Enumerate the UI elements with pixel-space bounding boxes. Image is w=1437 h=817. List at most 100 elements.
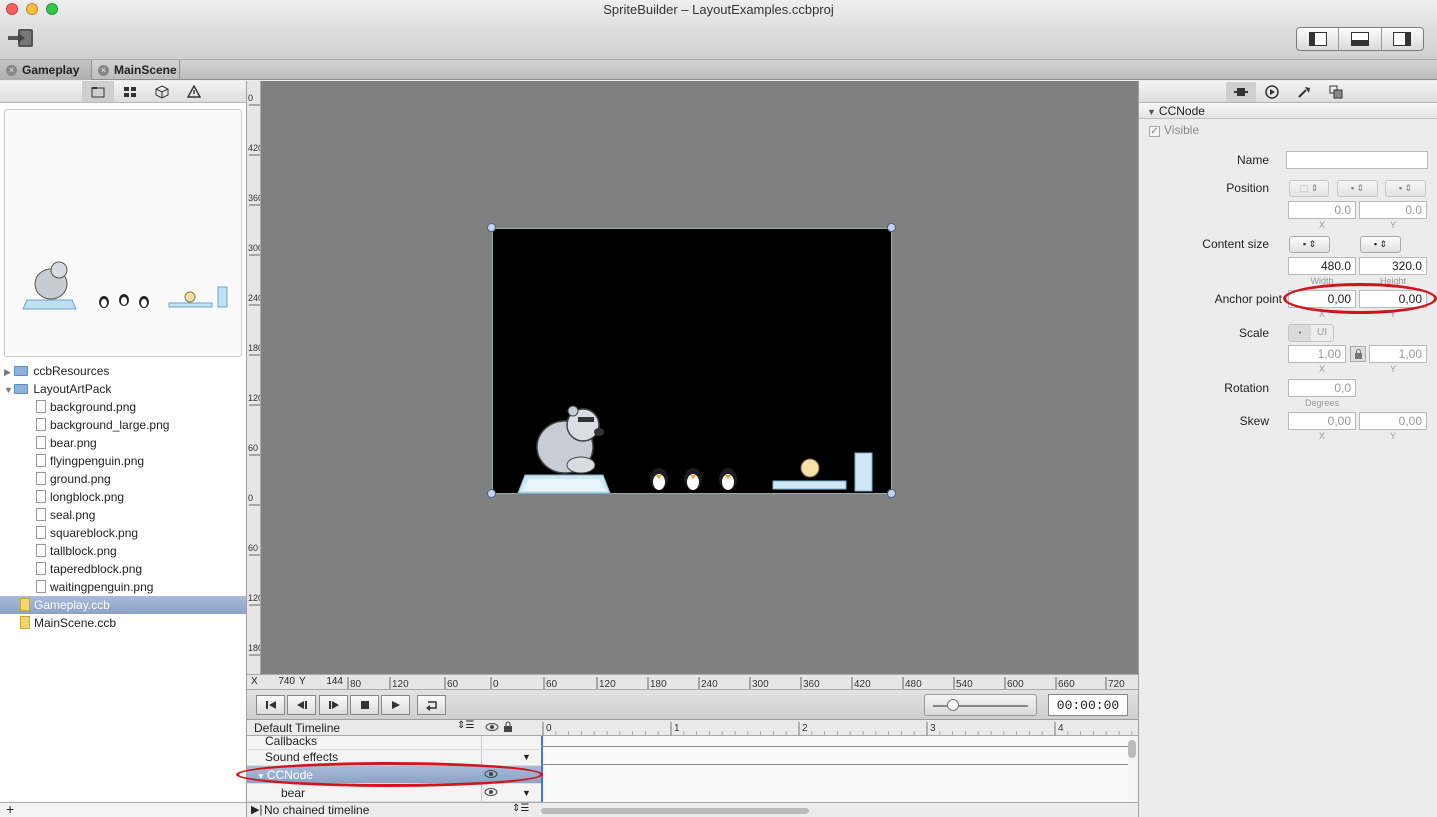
- resize-handle-bottom-right[interactable]: [887, 489, 896, 498]
- tree-item-mainscene-ccb[interactable]: MainScene.ccb: [0, 614, 246, 632]
- content-width-field[interactable]: 480.0: [1288, 257, 1356, 275]
- rewind-start-icon[interactable]: [256, 695, 285, 715]
- scale-y-field[interactable]: 1,00: [1369, 345, 1427, 363]
- ruler-tick-label: 120: [392, 679, 409, 690]
- timeline-menu-icon[interactable]: ⇕☰: [457, 720, 474, 731]
- tree-item-file[interactable]: longblock.png: [0, 488, 246, 506]
- disclosure-open-icon[interactable]: ▼: [1147, 107, 1156, 117]
- skew-x-field[interactable]: 0,00: [1288, 412, 1356, 430]
- name-label: Name: [1236, 153, 1269, 167]
- ruler-tick-label: 60: [447, 679, 459, 690]
- tree-item-gameplay-ccb[interactable]: Gameplay.ccb: [0, 596, 246, 614]
- tab-gameplay[interactable]: × Gameplay: [0, 60, 92, 80]
- timeline-row-label: Callbacks: [265, 734, 318, 748]
- tree-item-label: taperedblock.png: [50, 562, 143, 576]
- timeline-tick-label: 2: [802, 723, 808, 734]
- title-bar: SpriteBuilder – LayoutExamples.ccbproj: [0, 0, 1437, 60]
- step-back-icon[interactable]: [287, 695, 316, 715]
- tree-item-layoutartpack[interactable]: ▼ LayoutArtPack: [0, 380, 246, 398]
- close-tab-icon[interactable]: ×: [98, 64, 109, 76]
- tree-item-file[interactable]: ground.png: [0, 470, 246, 488]
- canvas-area[interactable]: 0 420 360 300 240 180 120 60 0 60 120 180: [247, 81, 1138, 674]
- right-panel-icon[interactable]: [1382, 28, 1423, 50]
- content-height-field[interactable]: 320.0: [1359, 257, 1427, 275]
- tree-item-file[interactable]: waitingpenguin.png: [0, 578, 246, 596]
- stop-icon[interactable]: [350, 695, 379, 715]
- folder-icon[interactable]: [82, 81, 114, 102]
- position-x-type-popup[interactable]: ⬚ ⇕: [1289, 180, 1329, 197]
- step-forward-icon[interactable]: [319, 695, 348, 715]
- keyframe-area[interactable]: [541, 736, 1128, 802]
- tree-item-file[interactable]: tallblock.png: [0, 542, 246, 560]
- ruler-tick-label: 60: [248, 443, 258, 453]
- ccnode-section-header[interactable]: ▼ CCNode: [1139, 103, 1437, 119]
- grid-icon[interactable]: [114, 81, 146, 102]
- scene-stage[interactable]: [492, 228, 892, 494]
- tree-item-file[interactable]: bear.png: [0, 434, 246, 452]
- bear-sprite[interactable]: [517, 405, 611, 494]
- scale-type-segmented[interactable]: ▪ UI: [1288, 324, 1334, 342]
- blocks-thumbnail: [168, 286, 228, 308]
- template-icon[interactable]: [1321, 82, 1351, 102]
- timeline-horizontal-scrollbar[interactable]: [541, 808, 809, 814]
- timeline-zoom-slider[interactable]: [924, 694, 1037, 716]
- add-button[interactable]: +: [6, 801, 14, 817]
- rotation-field[interactable]: 0,0: [1288, 379, 1356, 397]
- visible-checkbox[interactable]: ✓ Visible: [1149, 123, 1199, 137]
- position-unit-popup[interactable]: ▪ ⇕: [1385, 180, 1426, 197]
- bottom-panel-icon[interactable]: [1339, 28, 1382, 50]
- image-file-icon: [36, 508, 46, 521]
- tree-item-file[interactable]: seal.png: [0, 506, 246, 524]
- scale-absolute-icon[interactable]: ▪: [1289, 325, 1311, 341]
- zoom-slider-knob[interactable]: [947, 699, 959, 711]
- left-panel-icon[interactable]: [1297, 28, 1340, 50]
- scale-x-field[interactable]: 1,00: [1288, 345, 1346, 363]
- penguins-sprites[interactable]: [650, 468, 737, 490]
- resize-handle-top-right[interactable]: [887, 223, 896, 232]
- plugin-icon[interactable]: [1257, 82, 1287, 102]
- anchor-handle[interactable]: [487, 489, 496, 498]
- node-props-icon[interactable]: [1226, 82, 1256, 102]
- tree-item-file[interactable]: flyingpenguin.png: [0, 452, 246, 470]
- tab-mainscene[interactable]: × MainScene: [92, 60, 180, 80]
- lock-icon[interactable]: [1350, 346, 1366, 362]
- cube-icon[interactable]: [146, 81, 178, 102]
- ruler-tick-label: 80: [350, 679, 362, 690]
- expand-icon[interactable]: ▼: [522, 784, 531, 802]
- tree-item-ccbresources[interactable]: ▶ ccbResources: [0, 362, 246, 380]
- position-y-type-popup[interactable]: ▪ ⇕: [1337, 180, 1378, 197]
- ruler-tick-label: 360: [803, 679, 820, 690]
- ruler-tick-label: 420: [854, 679, 871, 690]
- blocks-sprites[interactable]: [772, 452, 873, 492]
- tab-label: Gameplay: [22, 63, 80, 77]
- content-width-type-popup[interactable]: ▪ ⇕: [1289, 236, 1330, 253]
- close-tab-icon[interactable]: ×: [6, 64, 17, 76]
- code-connect-icon[interactable]: [1289, 82, 1319, 102]
- skew-label: Skew: [1239, 414, 1269, 428]
- disclosure-closed-icon[interactable]: ▶: [4, 363, 14, 381]
- tree-item-file[interactable]: background.png: [0, 398, 246, 416]
- chain-menu-icon[interactable]: ⇕☰: [512, 803, 529, 814]
- skew-y-field[interactable]: 0,00: [1359, 412, 1427, 430]
- resize-handle-top-left[interactable]: [487, 223, 496, 232]
- warning-icon[interactable]: [178, 81, 210, 102]
- chained-timeline-popup[interactable]: No chained timeline: [264, 803, 369, 817]
- tree-item-file[interactable]: background_large.png: [0, 416, 246, 434]
- name-field[interactable]: [1286, 151, 1428, 169]
- image-file-icon: [36, 526, 46, 539]
- play-icon[interactable]: [381, 695, 410, 715]
- expand-icon[interactable]: ▼: [522, 748, 531, 766]
- scale-ui-option[interactable]: UI: [1311, 325, 1333, 341]
- disclosure-open-icon[interactable]: ▼: [4, 381, 14, 399]
- tree-item-file[interactable]: taperedblock.png: [0, 560, 246, 578]
- tree-item-label: flyingpenguin.png: [50, 454, 145, 468]
- position-x-field[interactable]: 0.0: [1288, 201, 1356, 219]
- skew-y-caption: Y: [1389, 431, 1396, 441]
- tree-item-file[interactable]: squareblock.png: [0, 524, 246, 542]
- timeline-vertical-scrollbar[interactable]: [1128, 740, 1136, 758]
- exit-icon[interactable]: [6, 27, 36, 49]
- visibility-eye-icon[interactable]: [484, 784, 498, 802]
- position-y-field[interactable]: 0.0: [1359, 201, 1427, 219]
- content-height-type-popup[interactable]: ▪ ⇕: [1360, 236, 1401, 253]
- loop-icon[interactable]: [417, 695, 446, 715]
